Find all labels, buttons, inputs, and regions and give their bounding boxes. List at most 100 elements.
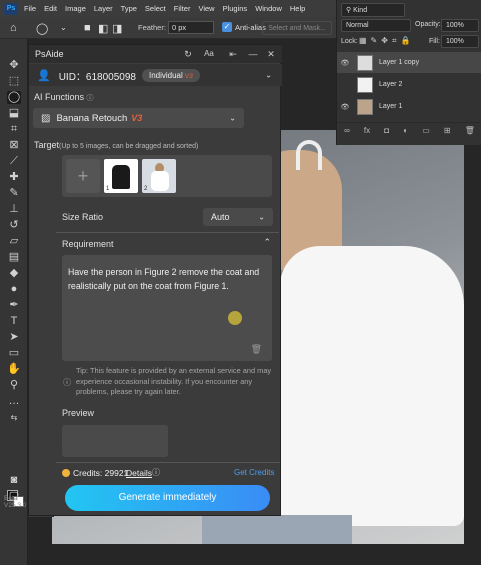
lasso-icon[interactable]: ◯ <box>36 22 48 35</box>
menu-layer[interactable]: Layer <box>94 4 113 13</box>
trash-icon[interactable]: 🗑 <box>251 344 262 355</box>
tip-text: Tip: This feature is provided by an exte… <box>76 366 272 396</box>
kind-filter[interactable]: ⚲ Kind <box>341 3 405 17</box>
gradient-tool-icon[interactable]: ▤ <box>7 251 21 264</box>
uid-text: UID：618005098 <box>58 71 136 83</box>
object-select-tool-icon[interactable]: ⬓ <box>7 107 21 120</box>
function-select[interactable]: ▨ Banana Retouch V3 ⌄ <box>33 108 244 128</box>
blur-tool-icon[interactable]: ◆ <box>7 267 21 280</box>
ai-functions-label: AI Functions ⓘ <box>34 92 94 103</box>
target-image-1[interactable]: 1 <box>104 159 138 193</box>
eyedropper-tool-icon[interactable]: ⟋ <box>7 155 21 168</box>
account-badge: Individual V3 <box>141 68 200 82</box>
crop-tool-icon[interactable]: ⌗ <box>7 123 21 136</box>
feather-input[interactable]: 0 px <box>168 21 214 34</box>
new-selection-icon[interactable]: ■ <box>84 22 91 34</box>
white-coat <box>280 246 464 526</box>
badge-label: Individual <box>148 70 183 80</box>
add-image-button[interactable]: + <box>66 159 100 193</box>
pen-tool-icon[interactable]: ✒ <box>7 299 21 312</box>
menu-view[interactable]: View <box>198 4 214 13</box>
eye-icon[interactable]: 👁 <box>337 59 353 67</box>
delete-layer-icon[interactable]: 🗑 <box>465 126 475 135</box>
user-row: 👤 UID：618005098 Individual V3 ⌄ <box>29 64 282 86</box>
new-group-icon[interactable]: ▭ <box>422 126 430 135</box>
target-text: Target <box>34 140 60 150</box>
generate-button[interactable]: Generate immediately <box>65 485 270 511</box>
quick-mask-icon[interactable]: ◙ <box>7 474 21 487</box>
layer-row[interactable]: Layer 2 <box>337 74 481 95</box>
rectangle-tool-icon[interactable]: ▭ <box>7 347 21 360</box>
dodge-tool-icon[interactable]: ● <box>7 283 21 296</box>
size-ratio-select[interactable]: Auto ⌄ <box>203 208 273 226</box>
requirement-textarea[interactable]: Have the person in Figure 2 remove the c… <box>62 255 272 361</box>
feather-label: Feather: <box>138 23 166 32</box>
subtract-selection-icon[interactable]: ◨ <box>112 22 122 35</box>
cursor-indicator <box>228 311 242 325</box>
adjustment-layer-icon[interactable]: ◐ <box>403 126 408 135</box>
get-credits-link[interactable]: Get Credits <box>234 468 274 477</box>
details-link[interactable]: Details <box>126 468 152 478</box>
chevron-down-icon[interactable]: ⌄ <box>60 23 67 32</box>
photoshop-logo[interactable]: Ps <box>4 2 18 15</box>
opacity-label: Opacity: <box>415 21 441 28</box>
lasso-tool-icon[interactable]: ◯ <box>7 91 21 104</box>
menu-window[interactable]: Window <box>255 4 282 13</box>
zoom-tool-icon[interactable]: ⚲ <box>7 379 21 392</box>
pin-icon[interactable]: ⇤ <box>227 48 239 60</box>
minimize-icon[interactable]: — <box>247 48 259 60</box>
info-icon[interactable]: ⓘ <box>87 95 94 102</box>
menu-edit[interactable]: Edit <box>44 4 57 13</box>
menu-select[interactable]: Select <box>145 4 166 13</box>
frame-tool-icon[interactable]: ⊠ <box>7 139 21 152</box>
layer-row[interactable]: 👁 Layer 1 <box>337 96 481 117</box>
menu-type[interactable]: Type <box>121 4 137 13</box>
function-name: Banana Retouch <box>56 112 128 124</box>
swap-colors-icon[interactable]: ⇆ <box>7 411 21 424</box>
menu-filter[interactable]: Filter <box>174 4 191 13</box>
ai-functions-text: AI Functions <box>34 92 85 102</box>
add-selection-icon[interactable]: ◧ <box>98 22 108 35</box>
image-icon: ▨ <box>41 112 51 124</box>
new-layer-icon[interactable]: ⊞ <box>444 126 451 135</box>
fx-icon[interactable]: fx <box>364 126 370 135</box>
healing-brush-tool-icon[interactable]: ✚ <box>7 171 21 184</box>
tools-panel: ✥ ⬚ ◯ ⬓ ⌗ ⊠ ⟋ ✚ ✎ ⊥ ↺ ▱ ▤ ◆ ● ✒ T ➤ ▭ ✋ … <box>0 39 28 565</box>
home-icon[interactable]: ⌂ <box>10 22 17 34</box>
target-image-2[interactable]: 2 <box>142 159 176 193</box>
hand-tool-icon[interactable]: ✋ <box>7 363 21 376</box>
link-layers-icon[interactable]: ∞ <box>344 126 350 135</box>
info-icon[interactable]: ⓘ <box>152 467 160 478</box>
path-selection-tool-icon[interactable]: ➤ <box>7 331 21 344</box>
antialias-checkbox[interactable]: ✓ <box>222 22 232 32</box>
refresh-icon[interactable]: ↻ <box>182 48 194 60</box>
select-and-mask-button[interactable]: Select and Mask... <box>262 21 332 35</box>
fill-input[interactable]: 100% <box>441 35 479 48</box>
eye-icon[interactable]: 👁 <box>337 103 353 111</box>
menu-help[interactable]: Help <box>290 4 305 13</box>
chevron-down-icon[interactable]: ⌄ <box>265 71 272 80</box>
clone-stamp-tool-icon[interactable]: ⊥ <box>7 203 21 216</box>
history-brush-tool-icon[interactable]: ↺ <box>7 219 21 232</box>
menu-plugins[interactable]: Plugins <box>223 4 248 13</box>
type-tool-icon[interactable]: T <box>7 315 21 328</box>
add-mask-icon[interactable]: ◘ <box>384 126 389 135</box>
eraser-tool-icon[interactable]: ▱ <box>7 235 21 248</box>
requirement-text: Have the person in Figure 2 remove the c… <box>68 267 260 291</box>
chevron-up-icon[interactable]: ⌃ <box>263 237 271 248</box>
move-tool-icon[interactable]: ✥ <box>7 59 21 72</box>
layers-panel: ⚲ Kind Normal Opacity: 100% Lock: ▦✎✥⌗🔒 … <box>336 0 481 145</box>
font-size-icon[interactable]: Aa <box>203 48 215 60</box>
close-icon[interactable]: ✕ <box>265 48 277 60</box>
lock-icons[interactable]: ▦✎✥⌗🔒 <box>359 36 414 46</box>
menu-image[interactable]: Image <box>65 4 86 13</box>
layer-name: Layer 1 copy <box>379 59 420 66</box>
brush-tool-icon[interactable]: ✎ <box>7 187 21 200</box>
blend-mode-select[interactable]: Normal <box>341 19 411 32</box>
marquee-tool-icon[interactable]: ⬚ <box>7 75 21 88</box>
menu-file[interactable]: File <box>24 4 36 13</box>
more-tools-icon[interactable]: … <box>7 395 21 408</box>
requirement-header[interactable]: Requirement ⌃ <box>56 232 279 252</box>
opacity-input[interactable]: 100% <box>441 19 479 32</box>
layer-row[interactable]: 👁 Layer 1 copy <box>337 52 481 73</box>
